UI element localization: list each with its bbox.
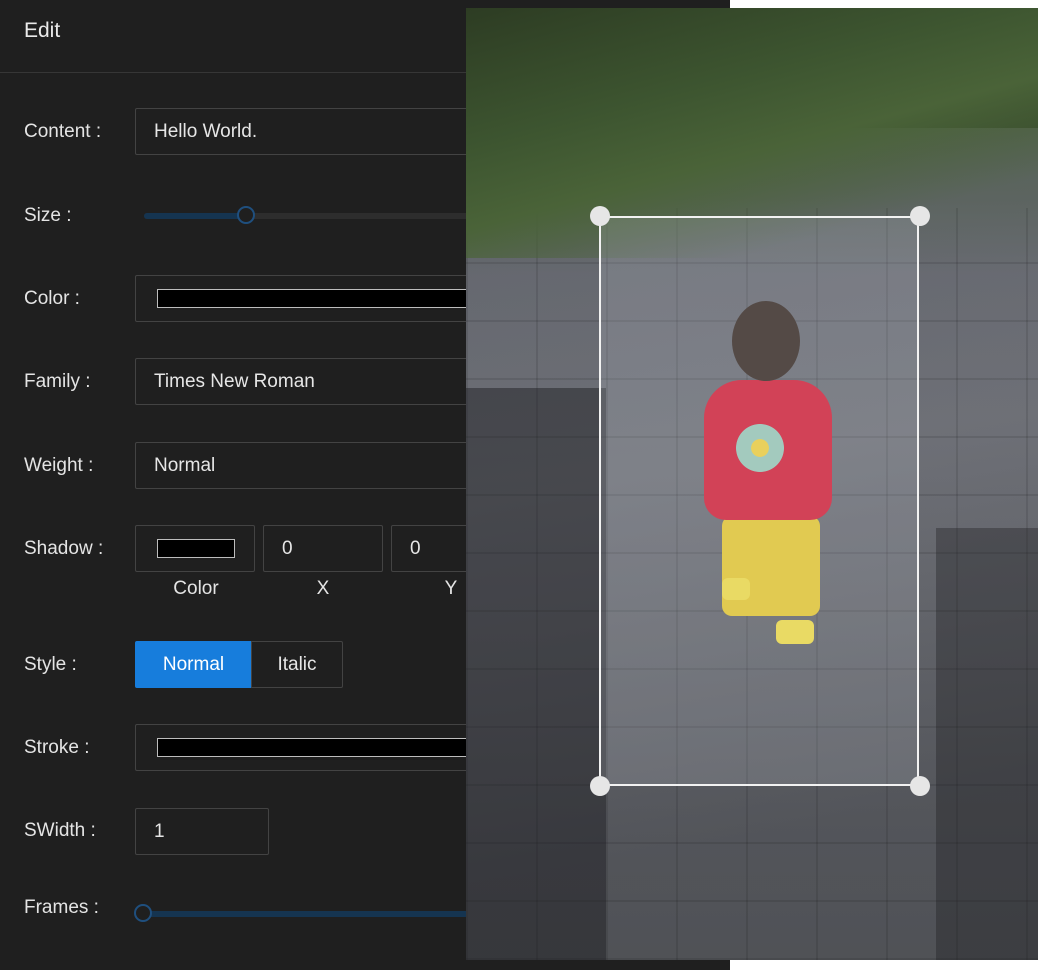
stroke-label: Stroke : [24,737,90,758]
shadow-label: Shadow : [24,538,104,559]
crop-handle-bottom-right[interactable] [910,776,930,796]
size-slider-handle[interactable] [237,206,255,224]
shadow-x-input[interactable]: 0 [263,525,383,572]
weight-select[interactable]: Normal [135,442,495,489]
swidth-label: SWidth : [24,820,96,841]
frames-label: Frames : [24,897,99,918]
video-preview[interactable] [466,8,1038,960]
size-label: Size : [24,205,72,226]
shadow-color-picker[interactable] [135,525,255,572]
family-select[interactable]: Times New Roman [135,358,495,405]
weight-label: Weight : [24,455,94,476]
shadow-x-caption: X [316,578,330,599]
style-normal-button[interactable]: Normal [135,641,252,688]
crop-box[interactable] [599,216,919,786]
swidth-input[interactable]: 1 [135,808,269,855]
family-label: Family : [24,371,91,392]
panel-title: Edit [24,19,61,42]
style-label: Style : [24,654,77,675]
right-shadow [936,528,1038,960]
shadow-color-swatch [157,539,235,558]
stroke-color-picker[interactable] [135,724,495,771]
color-label: Color : [24,288,80,309]
content-input[interactable]: Hello World. [135,108,495,155]
crop-handle-top-left[interactable] [590,206,610,226]
content-label: Content : [24,121,102,142]
top-edge [730,0,1038,8]
color-picker[interactable] [135,275,495,322]
left-shadow [466,388,606,960]
crop-handle-bottom-left[interactable] [590,776,610,796]
crop-handle-top-right[interactable] [910,206,930,226]
stroke-color-swatch [157,738,477,757]
frames-slider-handle[interactable] [134,904,152,922]
frames-slider-track[interactable] [144,911,474,917]
color-swatch [157,289,477,308]
style-italic-button[interactable]: Italic [251,641,343,688]
shadow-color-caption: Color [173,578,219,599]
size-slider-track [144,213,246,219]
bottom-edge [730,960,1038,970]
